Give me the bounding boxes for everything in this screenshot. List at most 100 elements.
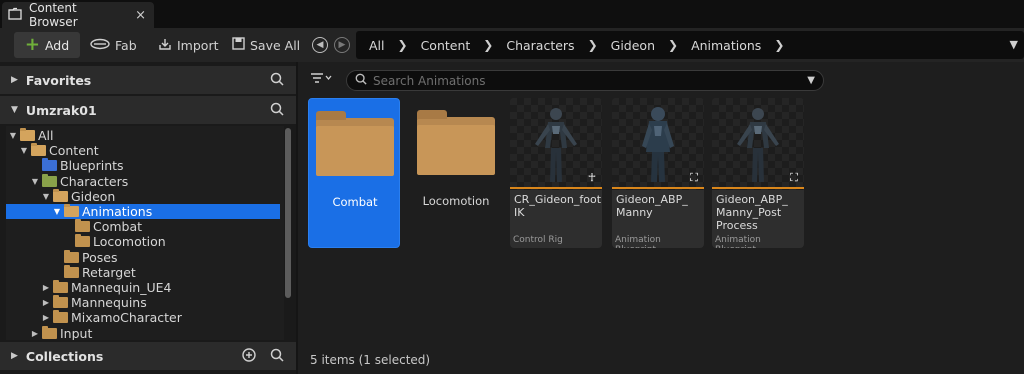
search-input-box[interactable]: ▼	[346, 70, 824, 91]
asset-tile-abp-manny-post-process[interactable]: ⛶ Gideon_ABP_ Manny_Post Process Animati…	[712, 98, 804, 248]
asset-tile-control-rig[interactable]: ☥ CR_Gideon_foot IK Control Rig	[510, 98, 602, 248]
tree-item-label: Content	[49, 143, 99, 159]
folder-icon	[75, 219, 90, 233]
favorites-header[interactable]: ▶ Favorites	[0, 66, 296, 94]
add-button[interactable]: + Add	[14, 32, 80, 58]
caret-right-icon[interactable]: ▶	[11, 351, 18, 361]
chevron-right-icon[interactable]: ❯	[588, 38, 598, 52]
asset-tile-abp-manny[interactable]: ⛶ Gideon_ABP_ Manny Animation Blueprint	[612, 98, 704, 248]
import-icon	[158, 37, 172, 54]
asset-type-label: Animation Blueprint	[715, 235, 761, 248]
folder-tile-locomotion[interactable]: Locomotion	[410, 98, 502, 248]
folder-icon	[410, 98, 502, 190]
fab-button[interactable]: Fab	[90, 32, 137, 58]
search-icon[interactable]	[270, 348, 284, 365]
folder-icon	[20, 128, 35, 141]
asset-type-bar	[510, 187, 602, 189]
back-arrow-icon[interactable]: ◀	[312, 37, 328, 53]
favorites-label: Favorites	[25, 72, 92, 88]
status-text: 5 items (1 selected)	[310, 353, 431, 367]
tree-item[interactable]: ▶ Mannequin_UE4	[6, 280, 280, 295]
add-collection-icon[interactable]	[242, 347, 256, 365]
tree-item[interactable]: ▼ Content	[6, 143, 280, 158]
folder-icon	[64, 264, 79, 278]
chevron-right-icon[interactable]: ❯	[398, 38, 408, 52]
asset-type-bar	[712, 187, 804, 189]
folder-icon	[42, 158, 57, 172]
import-button[interactable]: Import	[158, 32, 219, 58]
tree-item[interactable]: ▼ Animations	[6, 204, 280, 219]
tree-item[interactable]: ▼ Characters	[6, 173, 280, 189]
tree-item[interactable]: Blueprints	[6, 158, 280, 173]
chevron-down-icon[interactable]: ▼	[807, 75, 815, 86]
add-button-label: Add	[44, 37, 70, 53]
project-label: Umzrak01	[25, 102, 97, 118]
chevron-right-icon[interactable]: ❯	[483, 38, 493, 52]
run-icon: ⛶	[790, 171, 798, 184]
tree-item[interactable]: ▼ Gideon	[6, 188, 280, 204]
tree-item-label: Input	[60, 325, 93, 340]
tree-item[interactable]: ▼ All	[6, 128, 280, 143]
fab-icon	[90, 38, 110, 53]
caret-down-icon[interactable]: ▼	[52, 207, 62, 216]
tree-item[interactable]: ▶ Mannequins	[6, 295, 280, 310]
breadcrumb-item-characters[interactable]: Characters	[506, 38, 574, 53]
caret-right-icon[interactable]: ▶	[41, 313, 51, 322]
caret-down-icon[interactable]: ▼	[11, 105, 18, 115]
tree-item[interactable]: Locomotion	[6, 234, 280, 249]
caret-right-icon[interactable]: ▶	[41, 283, 51, 292]
tree-item-label: Locomotion	[93, 234, 166, 250]
tab-content-browser[interactable]: Content Browser ×	[2, 1, 154, 29]
plus-icon: +	[24, 34, 40, 55]
tile-label: Gideon_ABP_ Manny	[616, 193, 688, 219]
tree-item[interactable]: Combat	[6, 219, 280, 234]
tile-label: Locomotion	[422, 194, 490, 208]
forward-arrow-icon[interactable]: ▶	[334, 37, 350, 53]
collections-header[interactable]: ▶ Collections	[0, 342, 296, 370]
chevron-right-icon[interactable]: ❯	[668, 38, 678, 52]
search-input[interactable]	[373, 73, 793, 88]
tree-item[interactable]: ▶ MixamoCharacter	[6, 310, 280, 325]
caret-down-icon[interactable]: ▼	[41, 192, 51, 201]
folder-icon	[53, 280, 68, 293]
tree-item[interactable]: Poses	[6, 249, 280, 265]
chevron-down-icon[interactable]: ▼	[1010, 38, 1018, 51]
folder-icon	[31, 143, 46, 157]
folder-tile-combat[interactable]: Combat	[308, 98, 400, 248]
caret-down-icon[interactable]: ▼	[8, 131, 18, 140]
tree-scrollbar-thumb[interactable]	[285, 128, 291, 298]
folder-icon	[53, 310, 68, 324]
chevron-right-icon[interactable]: ❯	[774, 38, 784, 52]
tree-item[interactable]: ▶ Input	[6, 325, 280, 340]
filter-icon[interactable]	[310, 72, 332, 88]
breadcrumb-item-all[interactable]: All	[369, 38, 385, 53]
save-all-button[interactable]: Save All	[232, 32, 300, 58]
project-header[interactable]: ▼ Umzrak01	[0, 96, 296, 124]
breadcrumb: All ❯ Content ❯ Characters ❯ Gideon ❯ An…	[356, 31, 1024, 59]
folder-icon	[75, 234, 90, 248]
asset-type-label: Control Rig	[513, 235, 563, 245]
tile-label: CR_Gideon_foot IK	[514, 193, 602, 219]
asset-type-label: Animation Blueprint	[615, 235, 661, 248]
caret-right-icon[interactable]: ▶	[11, 75, 18, 85]
tree-item-label: Gideon	[71, 188, 116, 204]
tree-item-label: Retarget	[82, 264, 136, 280]
breadcrumb-item-content[interactable]: Content	[421, 38, 471, 53]
close-tab-icon[interactable]: ×	[135, 8, 146, 23]
tree-item-label: MixamoCharacter	[71, 310, 182, 326]
caret-right-icon[interactable]: ▶	[41, 298, 51, 307]
caret-down-icon[interactable]: ▼	[30, 177, 40, 186]
caret-down-icon[interactable]: ▼	[19, 146, 29, 155]
search-icon[interactable]	[270, 102, 284, 119]
caret-right-icon[interactable]: ▶	[30, 329, 40, 338]
import-button-label: Import	[177, 37, 219, 53]
folder-icon	[309, 99, 399, 191]
tree-item-label: Mannequin_UE4	[71, 280, 172, 295]
save-all-button-label: Save All	[250, 37, 301, 53]
breadcrumb-item-animations[interactable]: Animations	[691, 38, 761, 53]
save-icon	[232, 37, 245, 53]
breadcrumb-item-gideon[interactable]: Gideon	[611, 38, 655, 53]
search-icon[interactable]	[270, 72, 284, 89]
tree-item[interactable]: Retarget	[6, 264, 280, 280]
fab-button-label: Fab	[115, 37, 137, 53]
